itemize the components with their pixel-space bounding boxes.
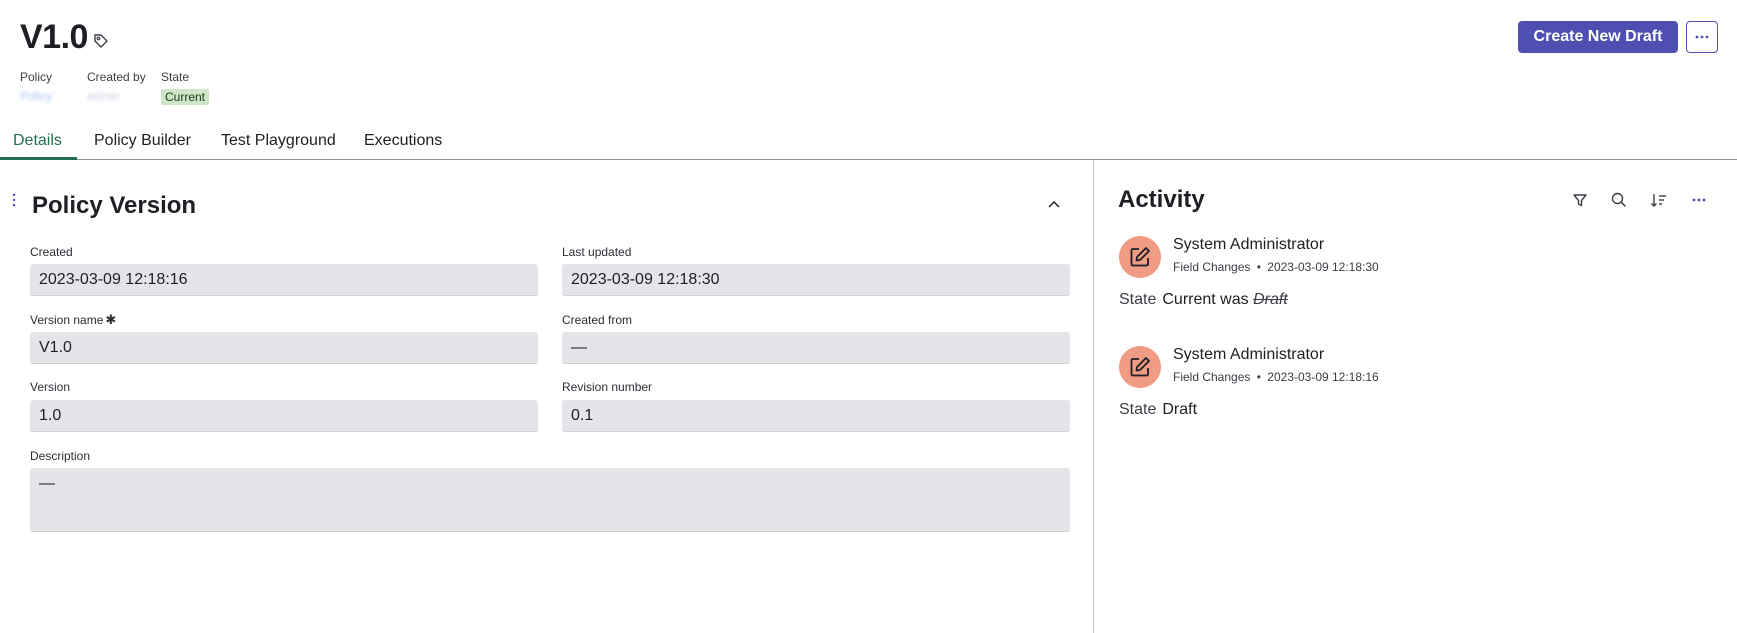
panel-divider — [1093, 160, 1094, 633]
revision-number-label: Revision number — [562, 380, 653, 394]
avatar — [1119, 346, 1161, 388]
tab-policy-builder[interactable]: Policy Builder — [94, 132, 191, 150]
edit-icon — [1130, 357, 1150, 377]
change-field-label: State — [1119, 291, 1157, 308]
edit-icon — [1130, 247, 1150, 267]
ellipsis-icon — [1695, 35, 1709, 39]
activity-change: State Current was Draft — [1119, 291, 1288, 309]
version-label: Version — [30, 380, 71, 394]
state-label: State — [161, 70, 190, 84]
policy-label: Policy — [20, 70, 53, 84]
drag-handle-icon[interactable] — [12, 193, 16, 207]
revision-number-field: 0.1 — [562, 400, 1070, 432]
filter-icon[interactable] — [1571, 191, 1589, 209]
state-badge: Current — [161, 89, 210, 105]
activity-meta: Field Changes • 2023-03-09 12:18:30 — [1173, 260, 1379, 274]
required-indicator: ✱ — [105, 312, 117, 327]
created-by-label: Created by — [87, 70, 146, 84]
created-field: 2023-03-09 12:18:16 — [30, 264, 538, 296]
page-title: V1.0 — [20, 18, 88, 56]
created-from-label: Created from — [562, 313, 633, 327]
description-label: Description — [30, 449, 91, 463]
version-name-label: Version name ✱ — [30, 312, 116, 328]
activity-separator: • — [1256, 260, 1261, 274]
more-actions-button[interactable] — [1686, 21, 1718, 53]
last-updated-label: Last updated — [562, 245, 632, 259]
change-field-label: State — [1119, 401, 1157, 418]
activity-change: State Draft — [1119, 401, 1197, 419]
activity-timestamp: 2023-03-09 12:18:30 — [1267, 260, 1379, 274]
activity-type: Field Changes — [1173, 260, 1251, 274]
tab-details[interactable]: Details — [13, 132, 62, 150]
create-new-draft-button[interactable]: Create New Draft — [1518, 21, 1678, 53]
section-title: Policy Version — [32, 192, 197, 219]
version-field: 1.0 — [30, 400, 538, 432]
active-tab-indicator — [0, 157, 77, 160]
tab-executions[interactable]: Executions — [364, 132, 442, 150]
tag-icon[interactable] — [93, 33, 109, 49]
sort-icon[interactable] — [1650, 191, 1668, 209]
tab-bar: Details Policy Builder Test Playground E… — [0, 122, 1737, 160]
created-by-value[interactable]: admin — [87, 89, 120, 103]
change-new-value: Draft — [1162, 401, 1198, 418]
last-updated-field: 2023-03-09 12:18:30 — [562, 264, 1070, 296]
activity-timestamp: 2023-03-09 12:18:16 — [1267, 370, 1379, 384]
activity-type: Field Changes — [1173, 370, 1251, 384]
activity-separator: • — [1256, 370, 1261, 384]
change-old-value: Draft — [1253, 291, 1288, 308]
change-new-value: Current — [1162, 291, 1216, 308]
change-was-text: was — [1220, 291, 1249, 308]
activity-user[interactable]: System Administrator — [1173, 346, 1324, 364]
created-label: Created — [30, 245, 73, 259]
version-name-field[interactable]: V1.0 — [30, 332, 538, 364]
activity-title: Activity — [1118, 186, 1205, 213]
avatar — [1119, 236, 1161, 278]
description-field[interactable]: — — [30, 468, 1070, 532]
tab-test-playground[interactable]: Test Playground — [221, 132, 336, 150]
version-name-label-text: Version name — [30, 313, 104, 327]
chevron-up-icon[interactable] — [1046, 196, 1062, 212]
search-icon[interactable] — [1610, 191, 1628, 209]
activity-user[interactable]: System Administrator — [1173, 236, 1324, 254]
ellipsis-icon[interactable] — [1690, 191, 1708, 209]
created-from-field: — — [562, 332, 1070, 364]
activity-meta: Field Changes • 2023-03-09 12:18:16 — [1173, 370, 1379, 384]
policy-link[interactable]: Policy — [20, 89, 52, 103]
